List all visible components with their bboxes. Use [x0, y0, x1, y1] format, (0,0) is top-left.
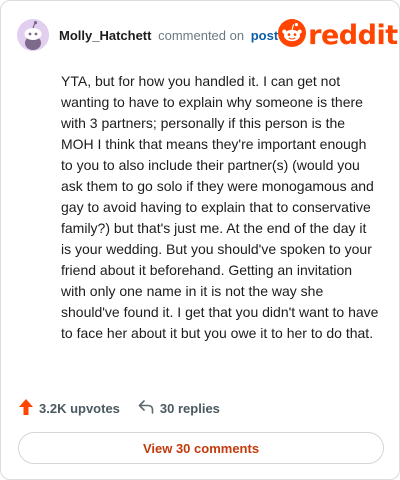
post-link[interactable]: post	[251, 28, 278, 43]
upvote-button[interactable]: 3.2K upvotes	[19, 399, 120, 418]
reply-arrow-icon	[138, 400, 160, 417]
commented-on-label: commented on	[158, 27, 245, 43]
view-comments-button[interactable]: View 30 comments	[18, 432, 384, 464]
username[interactable]: Molly_Hatchett	[59, 28, 151, 43]
reply-button[interactable]: 30 replies	[138, 400, 220, 417]
comment-byline: Molly_Hatchett commented on post	[59, 28, 278, 43]
reddit-logo[interactable]: reddit	[278, 17, 398, 53]
comment-actions: 3.2K upvotes 30 replies	[19, 399, 220, 418]
snoo-avatar-icon[interactable]	[17, 19, 49, 51]
reddit-wordmark: reddit	[308, 19, 398, 51]
comment-text: YTA, but for how you handled it. I can g…	[61, 73, 379, 341]
reply-count: 30 replies	[159, 401, 220, 416]
reddit-alien-icon	[278, 18, 307, 52]
comment-header: Molly_Hatchett commented on post reddit	[17, 17, 398, 53]
upvote-arrow-icon	[19, 399, 39, 418]
upvote-count: 3.2K upvotes	[39, 401, 120, 416]
comment-card: Molly_Hatchett commented on post reddit	[0, 0, 400, 480]
